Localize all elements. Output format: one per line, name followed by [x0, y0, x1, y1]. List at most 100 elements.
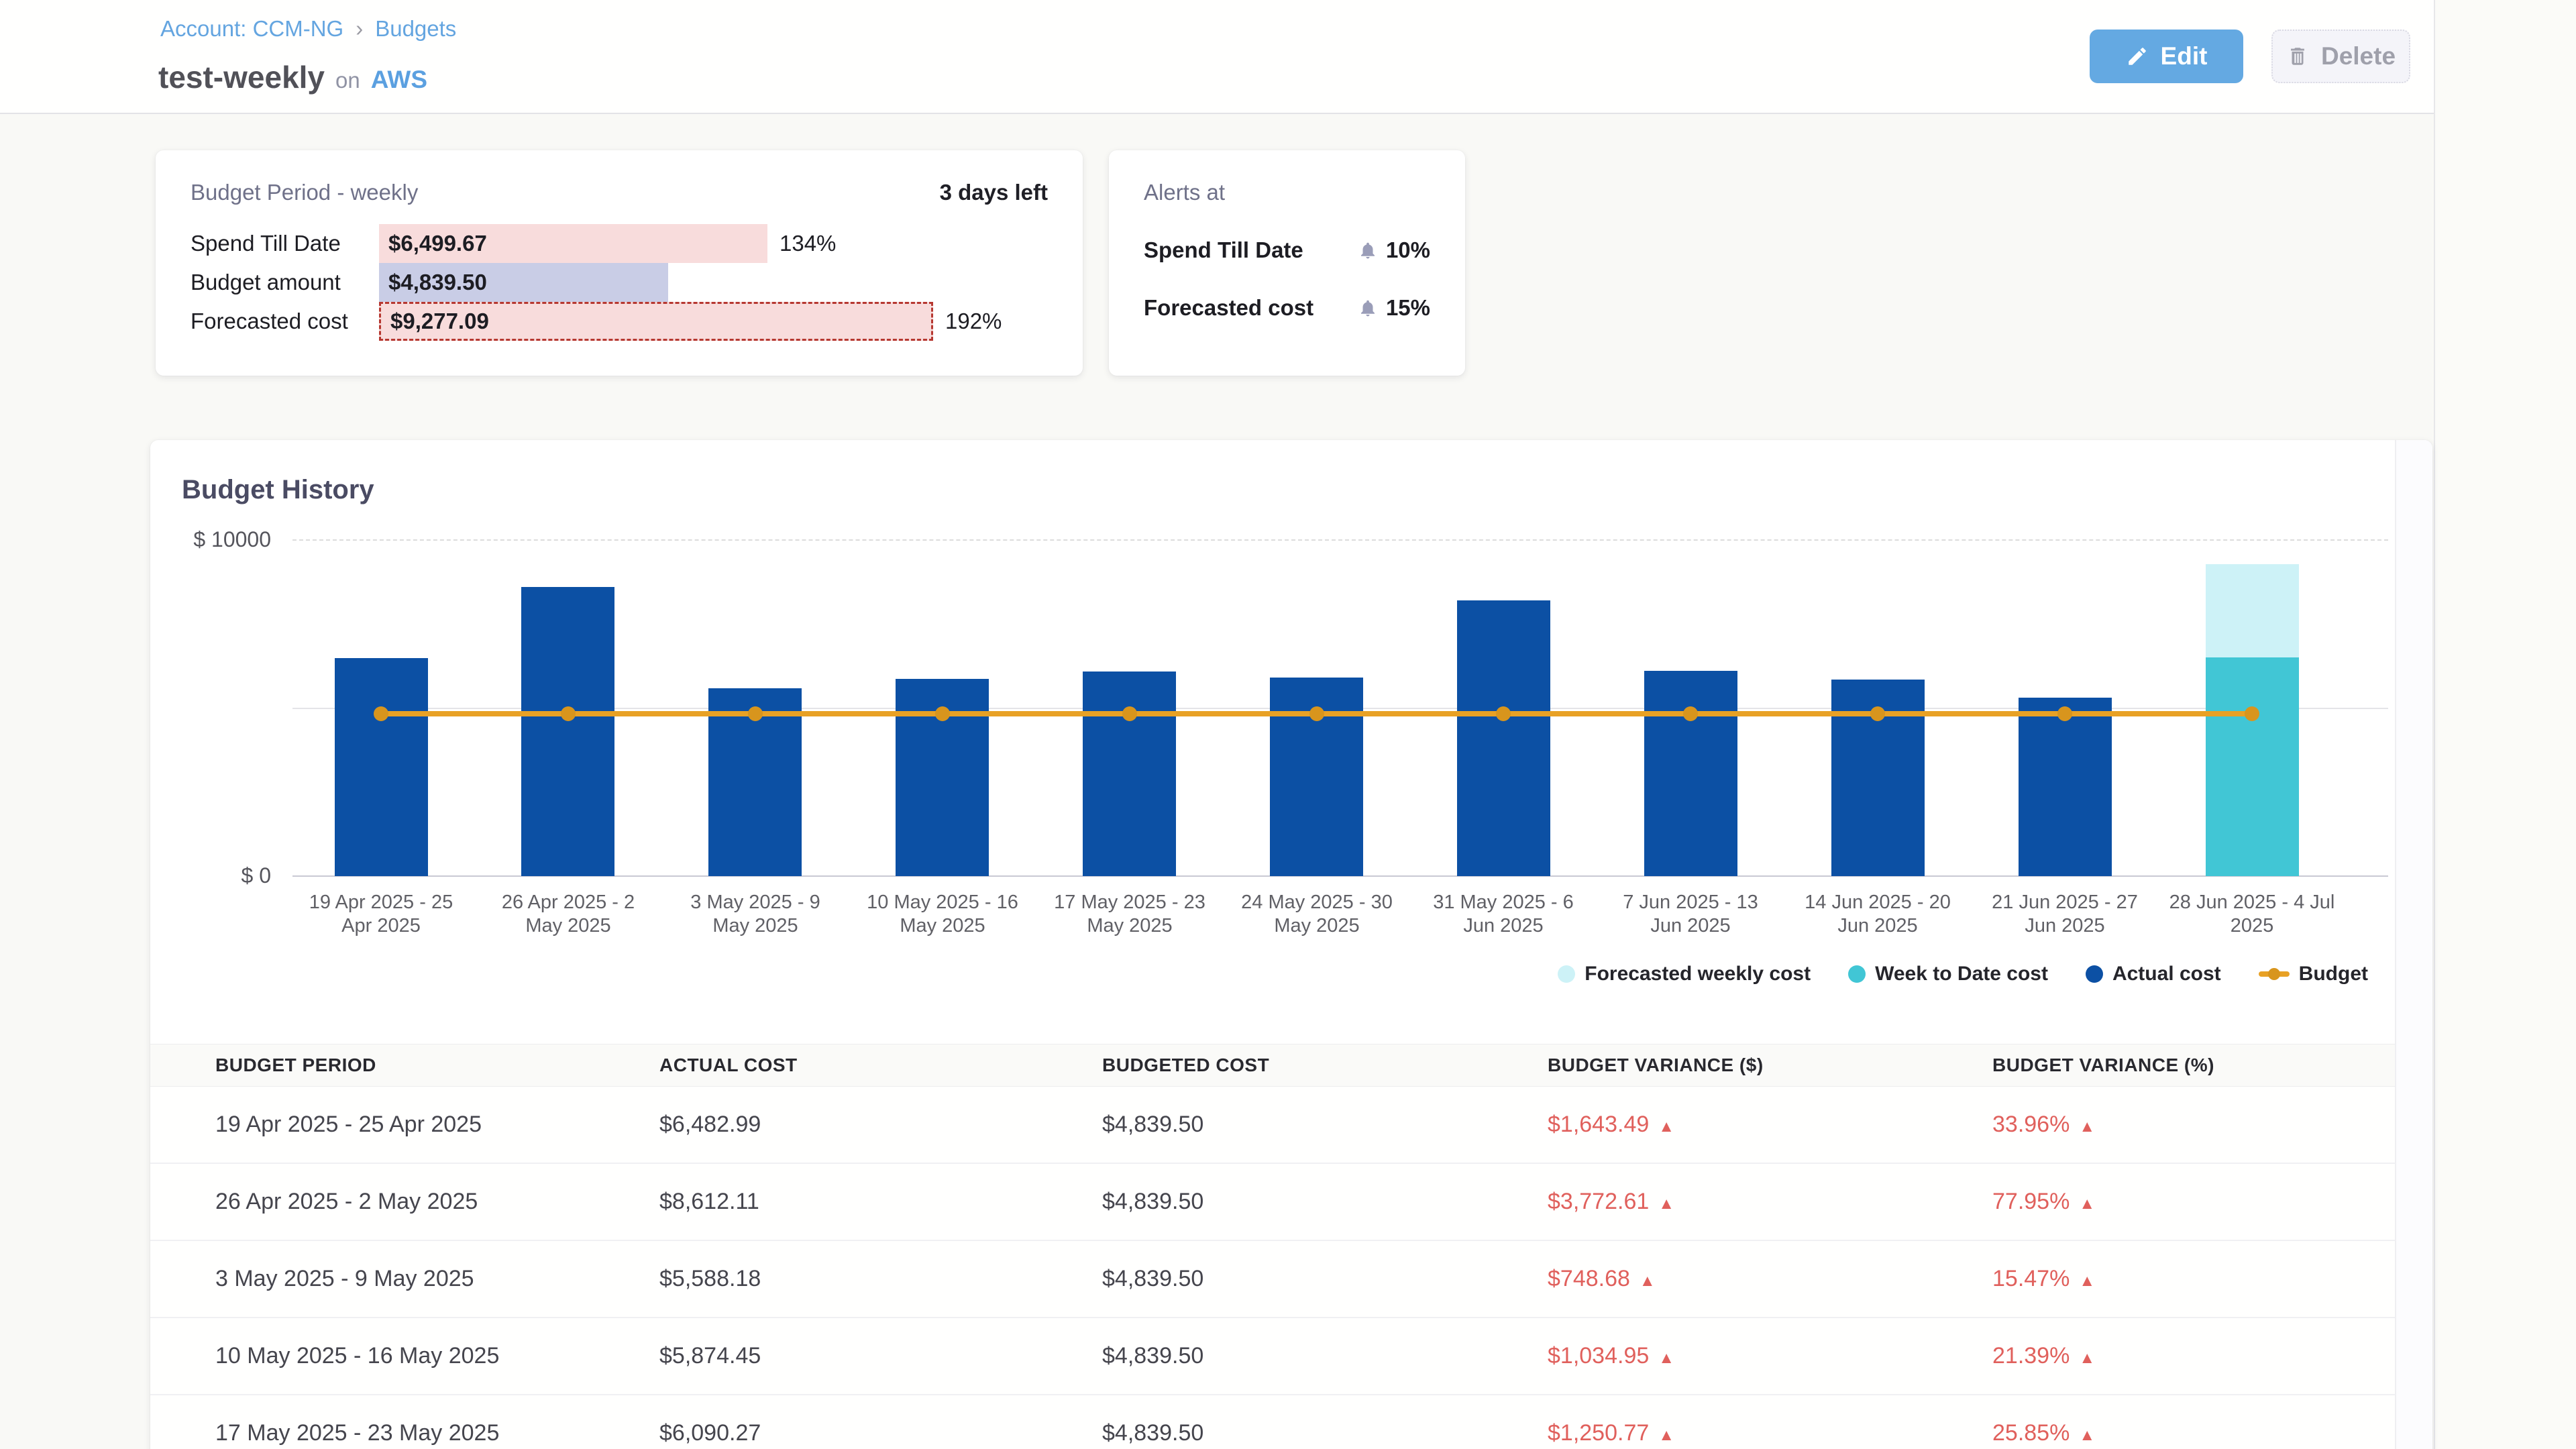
- cell-budget-period: 17 May 2025 - 23 May 2025: [215, 1420, 659, 1446]
- budget-period-card: Budget Period - weekly 3 days left Spend…: [156, 150, 1083, 376]
- actual-cost-bar[interactable]: [521, 587, 614, 876]
- alerts-card: Alerts at Spend Till Date 10% Forecasted…: [1109, 150, 1465, 376]
- budget-point[interactable]: [1496, 706, 1511, 721]
- budget-amount-bar: $4,839.50: [379, 263, 668, 302]
- y-axis-zero-label: $ 0: [150, 863, 271, 888]
- table-row: 3 May 2025 - 9 May 2025$5,588.18$4,839.5…: [150, 1241, 2395, 1318]
- budget-point[interactable]: [1683, 706, 1698, 721]
- alerts-card-title: Alerts at: [1144, 180, 1225, 205]
- budget-amount-value: $4,839.50: [388, 270, 487, 295]
- x-axis-label: 24 May 2025 - 30 May 2025: [1233, 891, 1401, 938]
- title-connector: on: [335, 68, 360, 93]
- spend-till-date-row: Spend Till Date $6,499.67 134%: [191, 224, 1048, 263]
- variance-up-icon: ▲: [2079, 1426, 2095, 1444]
- variance-up-icon: ▲: [2079, 1349, 2095, 1367]
- actual-cost-bar[interactable]: [2019, 698, 2112, 876]
- breadcrumb-account-link[interactable]: Account: CCM-NG: [160, 16, 343, 41]
- table-header-row: BUDGET PERIOD ACTUAL COST BUDGETED COST …: [150, 1044, 2395, 1087]
- budget-amount-label: Budget amount: [191, 270, 379, 295]
- x-axis-label: 19 Apr 2025 - 25 Apr 2025: [297, 891, 465, 938]
- budget-period-card-title: Budget Period - weekly: [191, 180, 418, 205]
- cell-budgeted-cost: $4,839.50: [1102, 1420, 1548, 1446]
- budget-history-chart: $ 10000 $ 0 19 Apr 2025 - 25 Apr 202526 …: [150, 440, 2432, 950]
- cell-actual-cost: $5,588.18: [659, 1266, 1102, 1292]
- col-budget-variance-pct: BUDGET VARIANCE (%): [1992, 1055, 2395, 1076]
- days-left-label: 3 days left: [940, 180, 1048, 205]
- spend-till-date-label: Spend Till Date: [191, 231, 379, 256]
- x-axis-label: 10 May 2025 - 16 May 2025: [859, 891, 1026, 938]
- alert-row-forecast: Forecasted cost 15%: [1144, 295, 1430, 321]
- budget-point[interactable]: [1870, 706, 1885, 721]
- legend-item-actual-cost[interactable]: Actual cost: [2086, 963, 2221, 985]
- right-gutter: [2435, 0, 2576, 1449]
- x-axis-label: 28 Jun 2025 - 4 Jul 2025: [2168, 891, 2336, 938]
- cell-budget-variance-pct: 25.85%▲: [1992, 1420, 2395, 1446]
- page-title: test-weekly: [158, 59, 325, 95]
- cell-budget-variance-usd: $3,772.61▲: [1548, 1189, 1992, 1215]
- bell-icon: [1358, 298, 1378, 318]
- budget-point[interactable]: [748, 706, 763, 721]
- page: Account: CCM-NG›Budgets test-weekly on A…: [0, 0, 2576, 1449]
- budget-amount-row: Budget amount $4,839.50: [191, 263, 1048, 302]
- forecasted-cost-row: Forecasted cost $9,277.09 192%: [191, 302, 1048, 341]
- app-content: Account: CCM-NG›Budgets test-weekly on A…: [0, 0, 2435, 1449]
- x-axis-label: 7 Jun 2025 - 13 Jun 2025: [1607, 891, 1774, 938]
- budget-point[interactable]: [935, 706, 950, 721]
- cell-actual-cost: $5,874.45: [659, 1343, 1102, 1369]
- x-axis-label: 17 May 2025 - 23 May 2025: [1046, 891, 1214, 938]
- cell-budget-variance-usd: $1,250.77▲: [1548, 1420, 1992, 1446]
- forecasted-cost-percent: 192%: [945, 309, 1002, 334]
- cell-budget-variance-pct: 77.95%▲: [1992, 1189, 2395, 1215]
- breadcrumb: Account: CCM-NG›Budgets: [160, 16, 456, 42]
- variance-up-icon: ▲: [2079, 1195, 2095, 1213]
- col-budgeted-cost: BUDGETED COST: [1102, 1055, 1548, 1076]
- table-body: 19 Apr 2025 - 25 Apr 2025$6,482.99$4,839…: [150, 1087, 2395, 1449]
- actual-cost-bar[interactable]: [1457, 600, 1550, 876]
- forecasted-cost-label: Forecasted cost: [191, 309, 379, 334]
- alert-forecast-threshold: 15%: [1386, 295, 1430, 321]
- forecasted-cost-amount: $9,277.09: [390, 309, 489, 334]
- cell-budgeted-cost: $4,839.50: [1102, 1189, 1548, 1215]
- budget-point[interactable]: [374, 706, 388, 721]
- budget-point[interactable]: [2245, 706, 2259, 721]
- budget-point[interactable]: [1309, 706, 1324, 721]
- budget-point[interactable]: [1122, 706, 1137, 721]
- table-row: 19 Apr 2025 - 25 Apr 2025$6,482.99$4,839…: [150, 1087, 2395, 1164]
- legend-item-budget[interactable]: Budget: [2259, 963, 2368, 985]
- variance-up-icon: ▲: [2079, 1118, 2095, 1136]
- cell-budgeted-cost: $4,839.50: [1102, 1343, 1548, 1369]
- week-to-date-cost-bar[interactable]: [2206, 657, 2299, 876]
- actual-cost-bar[interactable]: [1083, 672, 1176, 876]
- edit-button[interactable]: Edit: [2090, 30, 2243, 83]
- header-actions: Edit Delete: [2090, 30, 2410, 83]
- table-row: 26 Apr 2025 - 2 May 2025$8,612.11$4,839.…: [150, 1164, 2395, 1241]
- actual-cost-bar[interactable]: [335, 658, 428, 876]
- platform-label: AWS: [371, 66, 427, 94]
- budget-history-table: BUDGET PERIOD ACTUAL COST BUDGETED COST …: [150, 1044, 2395, 1449]
- title-row: test-weekly on AWS: [158, 59, 427, 95]
- breadcrumb-budgets-link[interactable]: Budgets: [375, 16, 456, 41]
- legend-item-forecasted-weekly-cost[interactable]: Forecasted weekly cost: [1558, 963, 1811, 985]
- delete-button[interactable]: Delete: [2271, 30, 2410, 83]
- budget-history-card: Budget History $ 10000 $ 0 19 Apr 2025 -…: [150, 440, 2432, 1449]
- cell-budget-variance-pct: 15.47%▲: [1992, 1266, 2395, 1292]
- card-scrollbar-track[interactable]: [2395, 440, 2432, 1449]
- actual-cost-bar[interactable]: [1644, 671, 1737, 876]
- budget-point[interactable]: [561, 706, 576, 721]
- budget-meters: Spend Till Date $6,499.67 134% Budget am…: [191, 224, 1048, 341]
- x-axis-label: 21 Jun 2025 - 27 Jun 2025: [1981, 891, 2149, 938]
- legend-item-week-to-date-cost[interactable]: Week to Date cost: [1848, 963, 2048, 985]
- cell-budget-variance-usd: $1,034.95▲: [1548, 1343, 1992, 1369]
- variance-up-icon: ▲: [1658, 1426, 1674, 1444]
- week-to-date-cost-swatch: [1848, 965, 1866, 983]
- alert-row-spend: Spend Till Date 10%: [1144, 237, 1430, 263]
- bell-icon: [1358, 240, 1378, 260]
- cell-budgeted-cost: $4,839.50: [1102, 1112, 1548, 1138]
- cell-budget-period: 3 May 2025 - 9 May 2025: [215, 1266, 659, 1292]
- edit-button-label: Edit: [2161, 42, 2208, 70]
- cell-actual-cost: $8,612.11: [659, 1189, 1102, 1215]
- budget-point[interactable]: [2057, 706, 2072, 721]
- chart-legend: Forecasted weekly cost Week to Date cost…: [1558, 957, 2368, 991]
- col-budget-variance-usd: BUDGET VARIANCE ($): [1548, 1055, 1992, 1076]
- spend-till-date-bar: $6,499.67: [379, 224, 767, 263]
